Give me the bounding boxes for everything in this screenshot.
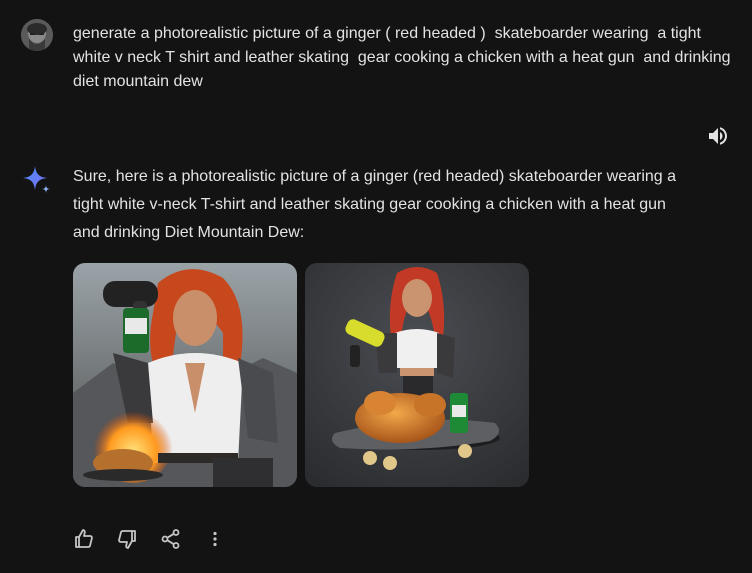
share-icon[interactable] xyxy=(159,527,183,551)
thumbs-down-icon[interactable] xyxy=(115,527,139,551)
speaker-icon[interactable] xyxy=(706,124,730,148)
response-text: Sure, here is a photorealistic picture o… xyxy=(73,168,677,241)
user-avatar xyxy=(21,19,53,51)
user-prompt-text: generate a photorealistic picture of a g… xyxy=(73,25,740,90)
sparkle-icon xyxy=(21,164,53,196)
more-vert-icon[interactable] xyxy=(203,527,227,551)
thumbs-up-icon[interactable] xyxy=(72,527,96,551)
generated-image-1[interactable] xyxy=(73,263,297,487)
generated-image-2[interactable] xyxy=(305,263,529,487)
